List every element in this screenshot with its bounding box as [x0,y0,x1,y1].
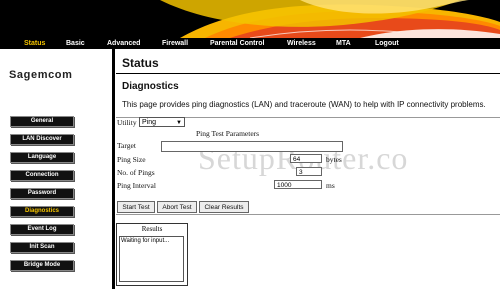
sidebar-item-event-log[interactable]: Event Log [10,224,74,235]
nav-logout[interactable]: Logout [375,38,399,49]
sidebar-item-language[interactable]: Language [10,152,74,163]
target-label: Target [117,141,136,150]
page-description: This page provides ping diagnostics (LAN… [122,100,486,109]
sidebar-divider [112,49,115,289]
ping-params-title: Ping Test Parameters [196,129,260,138]
sidebar-item-password[interactable]: Password [10,188,74,199]
abort-test-button[interactable]: Abort Test [157,201,197,213]
sidebar: Sagemcom General LAN Discover Language C… [0,49,112,289]
nav-parental-control[interactable]: Parental Control [210,38,264,49]
nav-mta[interactable]: MTA [336,38,351,49]
ping-interval-label: Ping Interval [117,181,156,190]
banner-swoosh-graphic [0,0,500,38]
nav-wireless[interactable]: Wireless [287,38,316,49]
sidebar-item-connection[interactable]: Connection [10,170,74,181]
utility-select[interactable]: Ping ▼ [139,117,185,127]
nav-basic[interactable]: Basic [66,38,85,49]
ping-size-label: Ping Size [117,155,146,164]
no-of-pings-label: No. of Pings [117,168,155,177]
nav-firewall[interactable]: Firewall [162,38,188,49]
sidebar-item-init-scan[interactable]: Init Scan [10,242,74,253]
start-test-button[interactable]: Start Test [117,201,155,213]
sidebar-item-general[interactable]: General [10,116,74,127]
results-textarea[interactable]: Waiting for input... [119,236,184,282]
ping-size-unit: bytes [326,155,342,164]
page-title: Status [122,56,159,70]
brand-logo: Sagemcom [9,69,73,81]
ping-interval-unit: ms [326,181,335,190]
sidebar-item-lan-discover[interactable]: LAN Discover [10,134,74,145]
header-banner [0,0,500,38]
results-panel: Results Waiting for input... [116,223,188,286]
sidebar-item-bridge-mode[interactable]: Bridge Mode [10,260,74,271]
title-divider [116,73,500,74]
chevron-down-icon: ▼ [176,120,182,126]
nav-advanced[interactable]: Advanced [107,38,140,49]
ping-size-input[interactable]: 64 [290,154,322,163]
nav-status[interactable]: Status [24,38,45,49]
target-input[interactable] [161,141,343,152]
no-of-pings-input[interactable]: 3 [296,167,322,176]
sidebar-item-diagnostics[interactable]: Diagnostics [10,206,74,217]
utility-label: Utility [117,118,137,127]
ping-interval-input[interactable]: 1000 [274,180,322,189]
results-title: Results [141,225,163,233]
button-divider [116,214,500,215]
clear-results-button[interactable]: Clear Results [199,201,249,213]
top-navigation: Status Basic Advanced Firewall Parental … [0,38,500,49]
utility-selected-value: Ping [142,119,157,126]
section-heading: Diagnostics [122,81,179,92]
